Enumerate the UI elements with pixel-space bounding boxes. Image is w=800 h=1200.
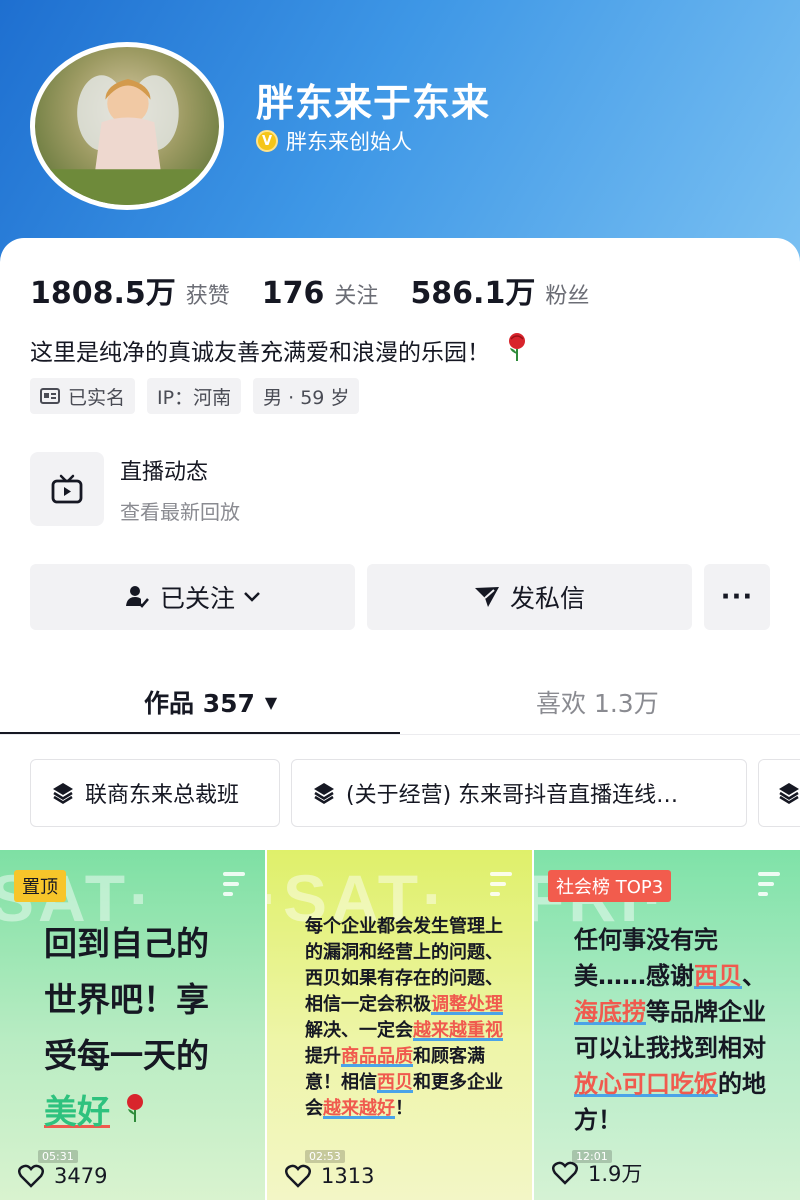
bio-text: 这里是纯净的真诚友善充满爱和浪漫的乐园！ [30,340,490,366]
tag-ip-label: IP：河南 [157,386,232,409]
verified-badge-icon: V [256,130,278,152]
collection-chip[interactable]: 联商东来总裁班 [30,759,280,827]
stat-followers-value: 586.1万 [410,276,536,311]
caption-text: 解决、一定会 [305,1020,413,1041]
caption-highlight: 商品品质 [341,1046,413,1067]
live-section[interactable]: 直播动态 查看最新回放 [30,452,240,526]
layers-icon [779,783,799,804]
rose-icon [504,332,530,368]
stat-following-value: 176 [261,276,325,311]
avatar-image [35,75,219,205]
verification-text: 胖东来创始人 [286,130,412,154]
rose-icon [126,1094,143,1122]
collection-label: (关于经营) 东来哥抖音直播连线… [346,783,679,808]
stat-following-label: 关注 [334,284,379,309]
caption-highlight: 海底捞 [574,998,646,1026]
stats-row: 1808.5万 获赞 176 关注 586.1万 粉丝 [30,268,621,312]
tag-gender-age-label: 男 · 59 岁 [263,386,350,409]
heart-icon [285,1164,311,1188]
menu-lines-icon [758,872,780,902]
ranking-badge: 社会榜 TOP3 [548,870,672,902]
video-likes: 3479 [18,1164,107,1188]
more-button[interactable]: ··· [704,564,770,630]
video-grid: SAT· 置顶 回到自己的 世界吧！享 受每一天的 美好 05:31 3479 … [0,850,800,1200]
action-buttons: 已关注 发私信 ··· [30,564,770,630]
video-duration: 05:31 [38,1150,78,1163]
tag-real-name: 已实名 [30,378,136,414]
nickname: 胖东来于东来 [256,81,491,125]
collection-chip[interactable]: (关于经营) 东来哥抖音直播连线… [291,759,747,827]
caption-text: 提升 [305,1046,341,1067]
stat-following[interactable]: 176 关注 [262,276,379,311]
bio: 这里是纯净的真诚友善充满爱和浪漫的乐园！ [30,332,530,368]
user-check-icon [125,586,149,608]
stat-followers[interactable]: 586.1万 粉丝 [410,268,589,312]
video-duration: 02:53 [305,1150,345,1163]
video-caption: 回到自己的 世界吧！享 受每一天的 美好 [44,916,244,1140]
caption-line: 回到自己的 [44,924,209,963]
stat-likes[interactable]: 1808.5万 获赞 [30,268,230,312]
tag-gender-age: 男 · 59 岁 [253,378,360,414]
live-subtitle: 查看最新回放 [120,499,240,524]
profile-header: 胖东来于东来 V 胖东来创始人 [0,0,800,262]
followed-button-label: 已关注 [159,584,235,613]
caption-highlight: 美好 [44,1092,110,1131]
content-tabs: 作品 357 ▼ 喜欢 1.3万 [0,668,800,735]
profile-card: 1808.5万 获赞 176 关注 586.1万 粉丝 这里是纯净的真诚友善充满… [0,238,800,1200]
heart-icon [18,1164,44,1188]
tag-ip: IP：河南 [147,378,242,414]
tab-works-label: 作品 357 [144,689,255,718]
layers-icon [314,783,334,804]
video-likes-count: 1313 [321,1164,375,1188]
collection-label: 联商东来总裁班 [85,783,240,808]
tv-icon [30,452,104,526]
video-likes: 1.9万 [552,1158,642,1188]
tab-divider [0,734,800,735]
tab-likes[interactable]: 喜欢 1.3万 [536,684,659,720]
send-icon [474,587,499,607]
followed-button[interactable]: 已关注 [30,564,355,630]
caption-text: ！ [395,1098,413,1119]
caption-line: 美好 [44,1084,244,1140]
caption-line: 世界吧！享 [44,980,209,1019]
id-card-icon [40,388,60,404]
menu-lines-icon [490,872,512,902]
verification: V 胖东来创始人 [256,126,412,156]
video-thumbnail[interactable]: FRI· 社会榜 TOP3 任何事没有完美……感谢西贝、海底捞等品牌企业可以让我… [534,850,800,1200]
stat-likes-label: 获赞 [185,284,230,309]
caret-down-icon: ▼ [264,692,278,712]
caption-text: 、 [742,962,766,990]
message-button[interactable]: 发私信 [367,564,692,630]
caption-highlight: 越来越好 [323,1098,395,1119]
caption-highlight: 调整处理 [431,994,503,1015]
pinned-badge: 置顶 [14,870,66,902]
video-likes: 1313 [285,1164,374,1188]
caption-highlight: 放心可口吃饭 [574,1070,718,1098]
stat-likes-value: 1808.5万 [30,276,176,311]
chevron-down-icon [244,592,260,602]
heart-icon [552,1161,578,1185]
caption-highlight: 西贝 [694,962,742,990]
tags-row: 已实名 IP：河南 男 · 59 岁 [30,378,371,414]
video-likes-count: 3479 [54,1164,108,1188]
collections-row: 联商东来总裁班 (关于经营) 东来哥抖音直播连线… [30,759,800,827]
live-title: 直播动态 [120,459,209,485]
message-button-label: 发私信 [509,584,585,613]
video-thumbnail[interactable]: ·SAT· 每个企业都会发生管理上的漏洞和经营上的问题、西贝如果有存在的问题、相… [267,850,532,1200]
video-likes-count: 1.9万 [588,1162,643,1186]
tab-works[interactable]: 作品 357 ▼ [144,684,277,720]
avatar[interactable] [30,42,224,210]
stat-followers-label: 粉丝 [545,284,590,309]
video-thumbnail[interactable]: SAT· 置顶 回到自己的 世界吧！享 受每一天的 美好 05:31 3479 [0,850,265,1200]
layers-icon [53,783,73,804]
caption-line: 受每一天的 [44,1036,209,1075]
caption-highlight: 越来越重视 [413,1020,503,1041]
tag-real-name-label: 已实名 [68,386,126,409]
collection-chip[interactable] [758,759,800,827]
video-caption: 每个企业都会发生管理上的漏洞和经营上的问题、西贝如果有存在的问题、相信一定会积极… [305,914,505,1122]
video-caption: 任何事没有完美……感谢西贝、海底捞等品牌企业可以让我找到相对放心可口吃饭的地方！ [574,922,784,1138]
menu-lines-icon [223,872,245,902]
live-text: 直播动态 查看最新回放 [120,454,240,525]
caption-highlight: 西贝 [377,1072,413,1093]
